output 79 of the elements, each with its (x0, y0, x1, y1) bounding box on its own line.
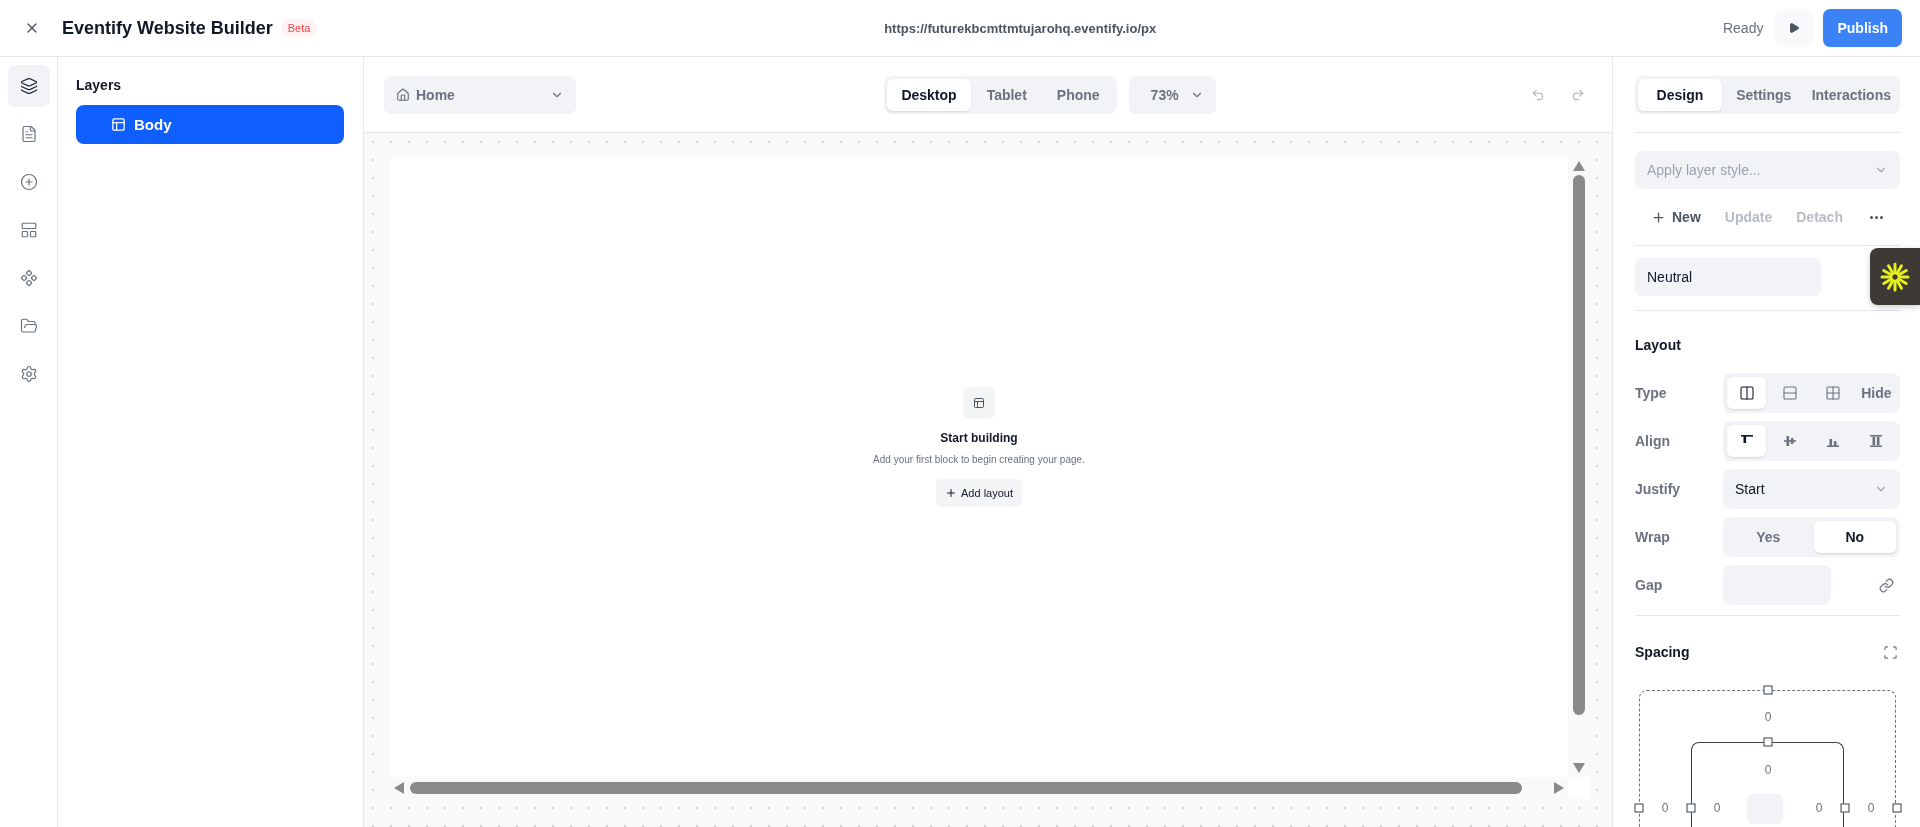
scroll-down-arrow[interactable] (1573, 763, 1585, 773)
layer-item[interactable]: Body (76, 105, 344, 144)
page-select[interactable]: Home (384, 75, 576, 114)
gap-label: Gap (1635, 577, 1664, 593)
panel-tab[interactable]: Interactions (1805, 79, 1897, 111)
add-layout-button[interactable]: Add layout (936, 479, 1022, 507)
layers-icon (19, 77, 38, 95)
device-tab[interactable]: Desktop (887, 78, 971, 111)
grid-icon (1825, 385, 1842, 401)
align-option[interactable] (1727, 425, 1767, 457)
panel-icon (111, 117, 126, 132)
layers-button[interactable] (7, 65, 50, 107)
layout-heading: Layout (1635, 337, 1681, 353)
empty-description: Add your first block to begin creating your page. (873, 454, 1085, 465)
layer-style-select[interactable]: Apply layer style... (1635, 151, 1900, 189)
device-tab[interactable]: Phone (1042, 78, 1114, 111)
layout-icon (19, 221, 38, 239)
padding-left-value: 0 (1713, 801, 1721, 815)
wrap-option[interactable]: No (1813, 521, 1896, 553)
margin-left-handle[interactable] (1634, 803, 1644, 813)
plus-icon (1651, 209, 1666, 225)
asterisk-icon (1880, 261, 1910, 292)
device-tab[interactable]: Tablet (972, 78, 1041, 111)
margin-top-handle[interactable] (1763, 685, 1773, 695)
padding-right-value: 0 (1815, 801, 1823, 815)
margin-left-value: 0 (1661, 801, 1669, 815)
zoom-select[interactable]: 73% (1128, 75, 1216, 114)
layers-heading: Layers (76, 77, 123, 93)
padding-top-handle[interactable] (1763, 737, 1773, 747)
scroll-up-arrow[interactable] (1573, 161, 1585, 171)
empty-title: Start building (940, 431, 1018, 445)
margin-right-value: 0 (1867, 801, 1875, 815)
publish-button[interactable]: Publish (1823, 9, 1902, 47)
beta-badge: Beta (280, 19, 318, 37)
preview-button[interactable] (1775, 9, 1814, 47)
folder-icon (19, 317, 38, 335)
scroll-right-arrow[interactable] (1554, 782, 1564, 794)
rows-icon (1781, 385, 1798, 401)
columns-option[interactable] (1727, 377, 1767, 409)
padding-left-handle[interactable] (1686, 803, 1696, 813)
frame-icon (1882, 644, 1898, 660)
align-center-icon (1781, 433, 1798, 449)
margin-top-value: 0 (1764, 710, 1772, 724)
align-label: Align (1635, 433, 1671, 449)
undo-icon (1531, 87, 1545, 102)
padding-top-value: 0 (1764, 763, 1772, 777)
padding-right-handle[interactable] (1840, 803, 1850, 813)
plus-icon (945, 487, 957, 499)
horizontal-scrollbar-thumb[interactable] (410, 782, 1522, 794)
margin-right-handle[interactable] (1892, 803, 1902, 813)
settings-icon (19, 365, 38, 383)
help-widget[interactable] (1870, 248, 1920, 305)
app-title: Eventify Website Builder (62, 17, 273, 39)
diamonds-icon (19, 269, 38, 287)
redo-icon (1571, 87, 1585, 102)
ellipsis-icon (1870, 215, 1884, 219)
type-label: Type (1635, 385, 1668, 401)
style-action-button[interactable]: New (1651, 209, 1701, 225)
link-icon (1878, 577, 1894, 593)
vertical-scrollbar-thumb[interactable] (1573, 175, 1585, 715)
columns-icon (1738, 385, 1755, 401)
home-icon (396, 87, 410, 102)
theme-field[interactable]: Neutral (1635, 258, 1821, 296)
layout-icon (963, 387, 995, 419)
panel-tab[interactable]: Design (1638, 79, 1722, 111)
site-url: https://futurekbcmttmtujarohq.eventify.io/px (883, 20, 1158, 36)
document-icon (19, 125, 38, 143)
wrap-option[interactable]: Yes (1727, 521, 1810, 553)
justify-select[interactable]: Start (1723, 469, 1900, 509)
align-stretch-icon (1868, 433, 1885, 449)
status-text: Ready (1722, 20, 1764, 36)
type-option[interactable]: Hide (1856, 377, 1896, 409)
spacing-heading: Spacing (1635, 644, 1690, 660)
panel-tab[interactable]: Settings (1721, 79, 1806, 111)
wrap-label: Wrap (1635, 529, 1671, 545)
play-icon (1788, 22, 1801, 34)
scroll-left-arrow[interactable] (394, 782, 404, 794)
justify-label: Justify (1635, 481, 1682, 497)
plus-circle-icon (19, 173, 38, 191)
